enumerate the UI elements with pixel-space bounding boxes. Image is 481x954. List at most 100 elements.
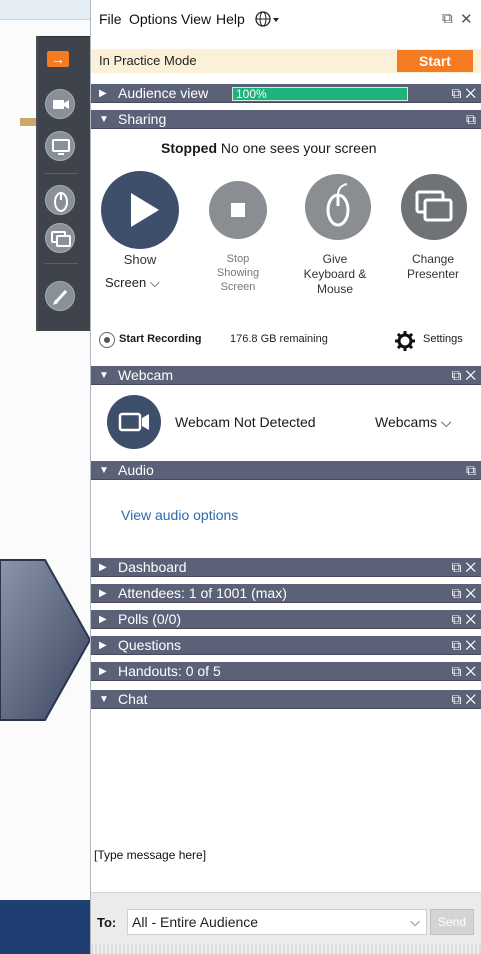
section-sharing[interactable]: ▼ Sharing ⧉ [91,110,481,129]
section-label: Sharing [118,111,167,127]
presenter-icon [415,190,453,222]
show-label: Show [123,252,157,267]
sharing-status-text: No one sees your screen [220,140,377,156]
section-attendees[interactable]: ▶ Attendees: 1 of 1001 (max) ⧉ ✕ [91,584,481,603]
section-controls[interactable]: ⧉ [466,461,476,480]
start-button[interactable]: Start [397,50,473,72]
mouse-icon [326,183,350,227]
chat-log [91,712,481,892]
collapse-arrow-icon[interactable]: → [47,51,69,67]
stop-line3: Screen [220,281,256,293]
change-line2: Presenter [406,267,460,281]
screen-select[interactable]: Screen ⌵ [105,275,160,291]
webcams-dropdown-value: Webcams [375,414,437,430]
section-controls[interactable]: ⧉ ✕ [451,610,476,629]
collapse-triangle-icon: ▼ [99,370,109,381]
section-controls[interactable]: ⧉ ✕ [451,84,476,103]
resize-grip[interactable] [91,944,481,954]
expand-triangle-icon: ▶ [99,614,107,625]
collapse-triangle-icon: ▼ [99,694,109,705]
section-label: Dashboard [118,559,187,575]
expand-triangle-icon: ▶ [99,666,107,677]
change-line1: Change [411,252,455,266]
give-keyboard-mouse-button[interactable] [305,174,371,240]
stop-showing-screen-button[interactable] [209,181,267,239]
settings-label[interactable]: Settings [423,333,463,345]
section-controls[interactable]: ⧉ ✕ [451,584,476,603]
give-line3: Mouse [316,282,354,296]
to-label: To: [97,915,117,930]
toolbar-divider [44,173,78,174]
stop-line1: Stop [226,253,250,265]
record-radio[interactable] [99,332,115,348]
section-controls[interactable]: ⧉ ✕ [451,558,476,577]
section-label: Attendees: 1 of 1001 (max) [118,585,287,601]
screen-share-toolbar-icon[interactable] [45,131,75,161]
expand-triangle-icon: ▶ [99,562,107,573]
practice-mode-bar: In Practice Mode Start [91,49,481,73]
collapse-triangle-icon: ▼ [99,465,109,476]
section-controls[interactable]: ⧉ [466,110,476,129]
gear-icon[interactable] [394,330,416,352]
toolbar-divider [44,263,78,264]
section-polls[interactable]: ▶ Polls (0/0) ⧉ ✕ [91,610,481,629]
section-dashboard[interactable]: ▶ Dashboard ⧉ ✕ [91,558,481,577]
stop-icon [231,203,245,217]
expand-triangle-icon: ▶ [99,88,107,99]
chevron-down-icon: ⌵ [410,914,420,929]
menu-file[interactable]: File [99,11,122,27]
start-recording-label[interactable]: Start Recording [119,333,202,345]
section-chat[interactable]: ▼ Chat ⧉ ✕ [91,690,481,709]
restore-icon[interactable]: ⧉ [442,10,453,27]
control-panel: File Options View Help ⧉ ✕ In Practice M… [90,0,481,954]
section-label: Handouts: 0 of 5 [118,663,221,679]
menu-help[interactable]: Help [216,11,245,27]
stop-line2: Showing [216,267,260,279]
webcams-dropdown[interactable]: Webcams ⌵ [375,414,452,431]
section-label: Webcam [118,367,173,383]
change-presenter-button[interactable] [401,174,467,240]
menu-bar: File Options View Help ⧉ ✕ [91,0,481,40]
section-audio[interactable]: ▼ Audio ⧉ [91,461,481,480]
show-screen-button[interactable] [101,171,179,249]
section-controls[interactable]: ⧉ ✕ [451,690,476,709]
section-controls[interactable]: ⧉ ✕ [451,366,476,385]
view-audio-options-link[interactable]: View audio options [121,507,238,523]
recording-row: Start Recording 176.8 GB remaining Setti… [91,325,481,355]
practice-mode-text: In Practice Mode [99,53,197,68]
storage-remaining: 176.8 GB remaining [230,333,328,345]
slide-arrow-shape [0,559,90,721]
sharing-status: Stopped No one sees your screen [161,140,377,156]
section-label: Audio [118,462,154,478]
webcam-icon [107,395,161,449]
chat-message-input[interactable]: [Type message here] [94,848,479,862]
slide-bottom-band [0,900,90,954]
slide-top-band [0,0,90,20]
globe-icon[interactable] [254,9,280,29]
section-label: Polls (0/0) [118,611,182,627]
webcam-status: Webcam Not Detected [175,414,316,430]
section-questions[interactable]: ▶ Questions ⧉ ✕ [91,636,481,655]
mouse-toolbar-icon[interactable] [45,185,75,215]
menu-options[interactable]: Options [129,11,177,27]
section-label: Questions [118,637,182,653]
send-button[interactable]: Send [430,909,474,935]
menu-view[interactable]: View [181,11,211,27]
audience-zoom-bar[interactable]: 100% [232,87,408,101]
stop-showing-label: Stop Showing Screen [203,252,273,294]
give-line2: Keyboard & [303,267,367,281]
recipient-select[interactable]: All - Entire Audience ⌵ [127,909,427,935]
section-controls[interactable]: ⧉ ✕ [451,662,476,681]
section-label: Chat [118,691,148,707]
webcam-toolbar-icon[interactable] [45,89,75,119]
close-icon[interactable]: ✕ [460,10,473,28]
change-presenter-label: Change Presenter [387,252,479,282]
pencil-icon[interactable] [45,281,75,311]
presenter-toolbar-icon[interactable] [45,223,75,253]
screen-select-value: Screen [105,275,147,290]
expand-triangle-icon: ▶ [99,588,107,599]
section-webcam[interactable]: ▼ Webcam ⧉ ✕ [91,366,481,385]
section-handouts[interactable]: ▶ Handouts: 0 of 5 ⧉ ✕ [91,662,481,681]
section-audience-view[interactable]: ▶ Audience view 100% ⧉ ✕ [91,84,481,103]
section-controls[interactable]: ⧉ ✕ [451,636,476,655]
